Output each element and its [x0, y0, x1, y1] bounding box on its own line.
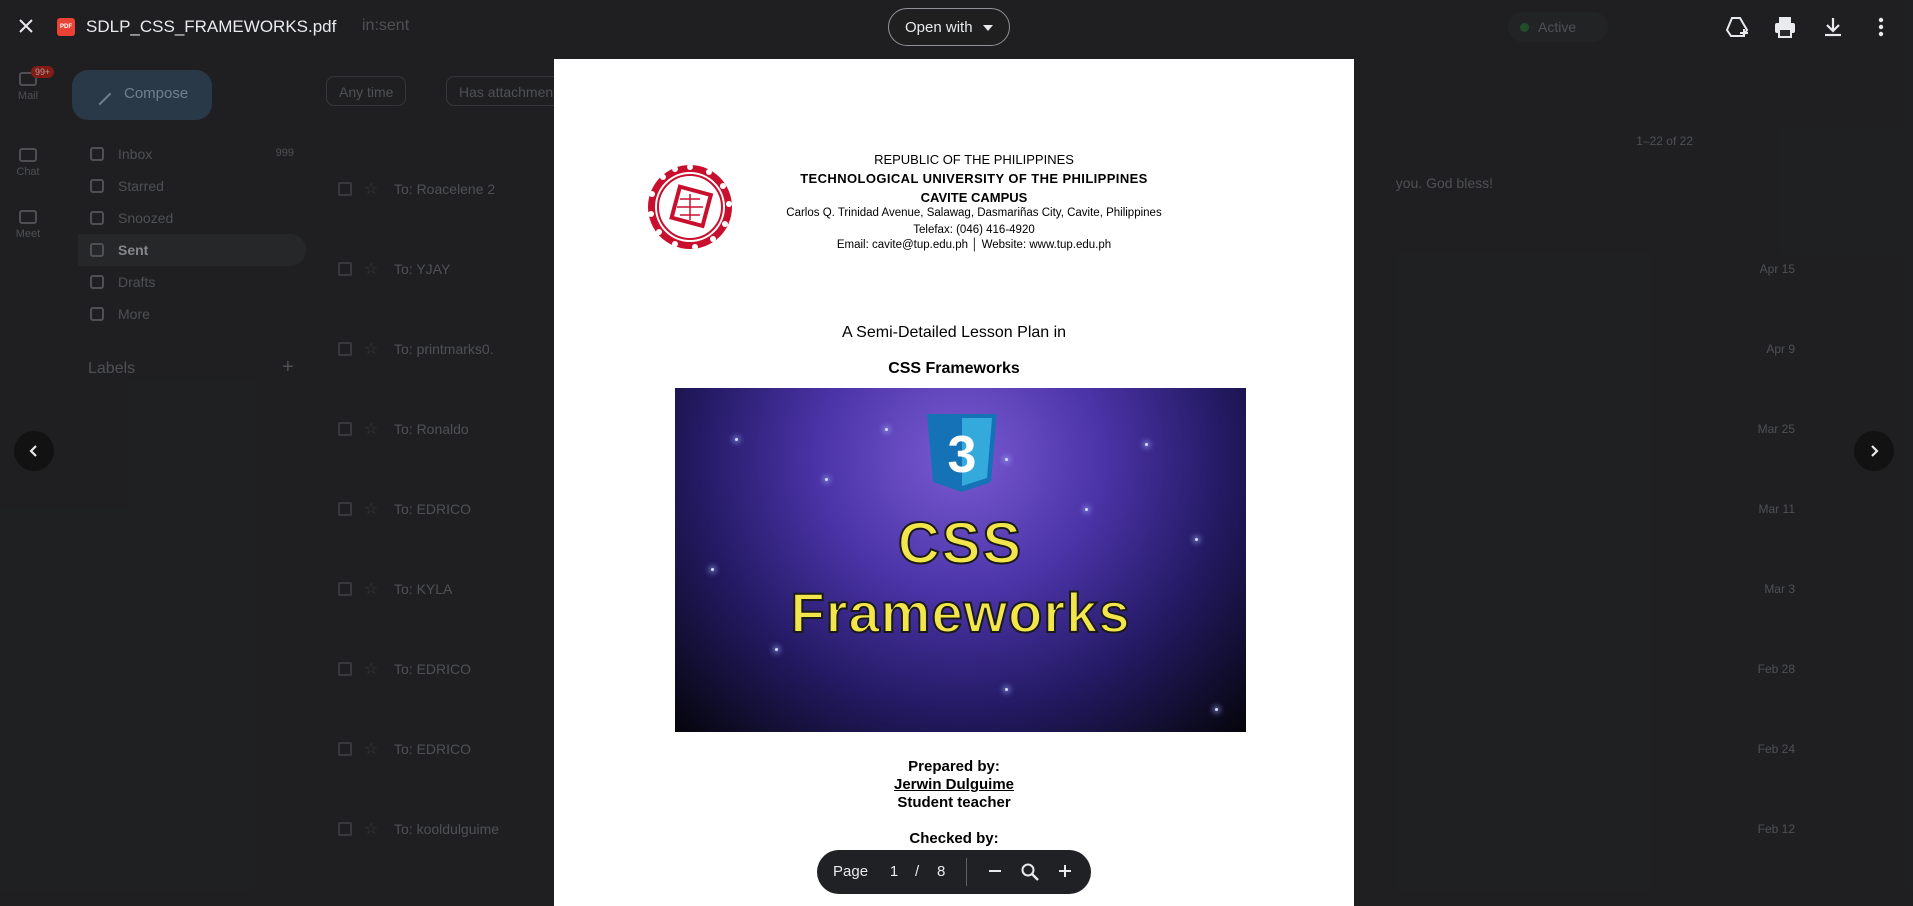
next-file-button[interactable]: [1854, 431, 1894, 471]
cover-image: 3 CSS Frameworks: [675, 388, 1246, 732]
css3-logo: 3: [927, 414, 997, 492]
file-name: SDLP_CSS_FRAMEWORKS.pdf: [86, 17, 337, 36]
zoom-reset-button[interactable]: [1016, 858, 1044, 886]
cover-title-frameworks: Frameworks: [790, 580, 1131, 645]
download-button[interactable]: [1818, 12, 1848, 42]
subject-title: CSS Frameworks: [888, 360, 1020, 377]
zoom-in-button[interactable]: [1051, 858, 1079, 886]
svg-text:3: 3: [948, 426, 977, 484]
star-dot: [1005, 458, 1008, 461]
star-dot: [825, 478, 828, 481]
star-dot: [1005, 688, 1008, 691]
pdf-page: REPUBLIC OF THE PHILIPPINES TECHNOLOGICA…: [554, 59, 1354, 906]
header-telefax: Telefax: (046) 416-4920: [913, 224, 1035, 236]
chevron-right-icon: [1871, 445, 1879, 457]
close-button[interactable]: [12, 12, 40, 40]
plus-icon: [1059, 865, 1071, 877]
page-toolbar: Page 1 / 8: [817, 850, 1091, 894]
star-dot: [885, 428, 888, 431]
download-icon: [1825, 18, 1841, 37]
close-icon: [19, 19, 33, 33]
zoom-out-button[interactable]: [981, 858, 1009, 886]
cover-title-css: CSS: [897, 510, 1024, 577]
total-pages: 8: [937, 863, 946, 880]
chevron-left-icon: [29, 445, 37, 457]
print-button[interactable]: [1770, 12, 1800, 42]
header-address: Carlos Q. Trinidad Avenue, Salawag, Dasm…: [786, 207, 1162, 219]
open-with-button[interactable]: Open with: [888, 8, 1010, 46]
prepared-by-role: Student teacher: [897, 794, 1011, 811]
viewer-top-bar: PDF SDLP_CSS_FRAMEWORKS.pdf Open with: [0, 0, 1913, 54]
star-dot: [1215, 708, 1218, 711]
header-campus: CAVITE CAMPUS: [920, 190, 1028, 205]
more-vert-icon: [1878, 17, 1884, 37]
add-to-drive-button[interactable]: [1722, 12, 1752, 42]
page-label: Page: [833, 863, 869, 880]
caret-down-icon: [983, 25, 993, 31]
open-with-label: Open with: [905, 19, 973, 36]
header-republic: REPUBLIC OF THE PHILIPPINES: [874, 152, 1074, 167]
prepared-by-label: Prepared by:: [908, 758, 1000, 775]
more-options-button[interactable]: [1866, 12, 1896, 42]
header-contact: Email: cavite@tup.edu.ph │ Website: www.…: [836, 239, 1112, 251]
lesson-plan-title: A Semi-Detailed Lesson Plan in: [841, 324, 1067, 341]
checked-by-label: Checked by:: [909, 830, 999, 847]
star-dot: [775, 648, 778, 651]
drive-add-icon: [1725, 17, 1749, 37]
print-icon: [1775, 17, 1795, 38]
previous-file-button[interactable]: [14, 431, 54, 471]
star-dot: [1145, 443, 1148, 446]
current-page-input[interactable]: 1: [887, 863, 901, 880]
zoom-icon: [1021, 863, 1039, 881]
header-university: TECHNOLOGICAL UNIVERSITY OF THE PHILIPPI…: [800, 171, 1148, 186]
pdf-file-icon: PDF: [57, 18, 75, 36]
prepared-by-name: Jerwin Dulguime: [893, 776, 1015, 793]
page-separator: /: [915, 863, 920, 880]
star-dot: [735, 438, 738, 441]
minus-icon: [989, 870, 1001, 872]
toolbar-divider: [966, 858, 967, 886]
